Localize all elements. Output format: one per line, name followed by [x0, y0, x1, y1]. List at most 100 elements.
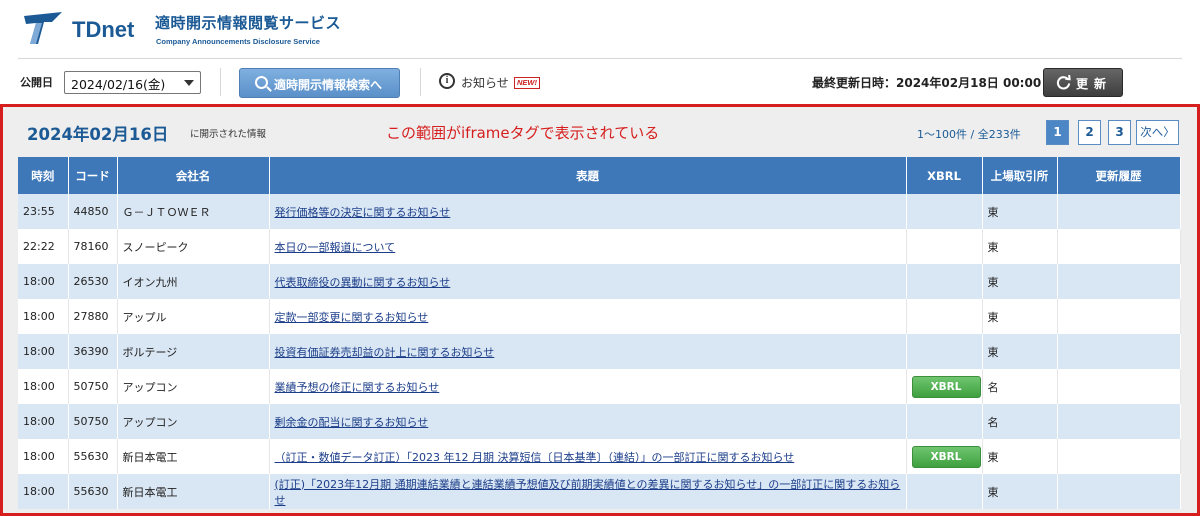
xbrl-button[interactable]: XBRL [911, 445, 981, 468]
cell-exchange: 東 [982, 194, 1058, 229]
cell-exchange: 東 [982, 334, 1058, 369]
column-header-company: 会社名 [117, 157, 270, 194]
date-select-value: 2024/02/16(金) [71, 77, 166, 92]
cell-title: （訂正・数値データ訂正）「2023 年12 月期 決算短信〔日本基準〕（連結）」… [269, 439, 907, 474]
column-header-xbrl: XBRL [906, 157, 983, 194]
disclosure-title-link[interactable]: 剰余金の配当に関するお知らせ [275, 416, 429, 429]
toolbar: 公開日 2024/02/16(金) 適時開示情報検索へ i お知らせ NEW! … [0, 62, 1200, 102]
table-row: 18:00 36390 ボルテージ 投資有価証券売却益の計上に関するお知らせ 東 [18, 334, 1181, 369]
cell-time: 23:55 [18, 194, 69, 229]
cell-title: 代表取締役の異動に関するお知らせ [269, 264, 907, 299]
page-button-3[interactable]: 3 [1108, 120, 1131, 145]
cell-xbrl [906, 264, 983, 299]
site-subtitle: Company Announcements Disclosure Service [156, 37, 320, 46]
cell-history [1057, 229, 1181, 264]
cell-exchange: 東 [982, 474, 1058, 509]
cell-history [1057, 334, 1181, 369]
chevron-down-icon [184, 80, 194, 86]
cell-title: 発行価格等の決定に関するお知らせ [269, 194, 907, 229]
list-date-subheading: に開示された情報 [190, 129, 267, 140]
cell-code: 27880 [68, 299, 118, 334]
cell-xbrl [906, 474, 983, 509]
iframe-annotation: この範囲がiframeタグで表示されている [386, 124, 660, 142]
cell-exchange: 名 [982, 404, 1058, 439]
cell-title: 定款一部変更に関するお知らせ [269, 299, 907, 334]
cell-exchange: 名 [982, 369, 1058, 404]
table-row: 22:22 78160 スノーピーク 本日の一部報道について 東 [18, 229, 1181, 264]
table-row: 18:00 50750 アップコン 業績予想の修正に関するお知らせ XBRL 名 [18, 369, 1181, 404]
page-button-2[interactable]: 2 [1078, 120, 1101, 145]
last-updated: 最終更新日時：2024年02月18日 00:00 [812, 76, 1042, 90]
disclosure-title-link[interactable]: (訂正)「2023年12月期 通期連結業績と連結業績予想値及び前期実績値との差異… [275, 478, 901, 507]
cell-code: 78160 [68, 229, 118, 264]
search-icon [255, 76, 268, 89]
cell-code: 44850 [68, 194, 118, 229]
disclosure-title-link[interactable]: 本日の一部報道について [275, 241, 396, 254]
cell-title: 本日の一部報道について [269, 229, 907, 264]
column-header-history: 更新履歴 [1057, 157, 1181, 194]
cell-time: 18:00 [18, 404, 69, 439]
table-row: 18:00 50750 アップコン 剰余金の配当に関するお知らせ 名 [18, 404, 1181, 439]
disclosure-title-link[interactable]: 投資有価証券売却益の計上に関するお知らせ [275, 346, 495, 359]
cell-history [1057, 439, 1181, 474]
cell-company: 新日本電工 [117, 474, 270, 509]
header-divider [18, 58, 1182, 59]
disclosure-title-link[interactable]: 定款一部変更に関するお知らせ [275, 311, 429, 324]
disclosure-title-link[interactable]: （訂正・数値データ訂正）「2023 年12 月期 決算短信〔日本基準〕（連結）」… [275, 451, 795, 464]
disclosure-title-link[interactable]: 発行価格等の決定に関するお知らせ [275, 206, 451, 219]
site-header: TDnet 適時開示情報閲覧サービス Company Announcements… [0, 0, 1200, 58]
cell-time: 18:00 [18, 334, 69, 369]
refresh-button-label: 更新 [1076, 77, 1113, 91]
site-title: 適時開示情報閲覧サービス [155, 14, 342, 32]
cell-time: 18:00 [18, 439, 69, 474]
disclosure-table: 時刻 コード 会社名 表題 XBRL 上場取引所 更新履歴 23:55 44850… [18, 157, 1181, 509]
column-header-exchange: 上場取引所 [982, 157, 1058, 194]
cell-title: 投資有価証券売却益の計上に関するお知らせ [269, 334, 907, 369]
refresh-button[interactable]: 更新 [1043, 68, 1123, 97]
xbrl-button[interactable]: XBRL [911, 375, 981, 398]
cell-exchange: 東 [982, 229, 1058, 264]
cell-xbrl [906, 229, 983, 264]
cell-company: アップコン [117, 369, 270, 404]
search-button[interactable]: 適時開示情報検索へ [239, 68, 400, 98]
table-row: 18:00 55630 新日本電工 （訂正・数値データ訂正）「2023 年12 月期 … [18, 439, 1181, 474]
column-header-time: 時刻 [18, 157, 69, 194]
table-row: 18:00 26530 イオン九州 代表取締役の異動に関するお知らせ 東 [18, 264, 1181, 299]
cell-time: 22:22 [18, 229, 69, 264]
page-button-1[interactable]: 1 [1046, 120, 1069, 145]
cell-company: アップコン [117, 404, 270, 439]
cell-code: 26530 [68, 264, 118, 299]
cell-code: 55630 [68, 474, 118, 509]
cell-company: スノーピーク [117, 229, 270, 264]
cell-exchange: 東 [982, 439, 1058, 474]
cell-history [1057, 194, 1181, 229]
cell-xbrl [906, 334, 983, 369]
next-page-button[interactable]: 次へ〉 [1136, 120, 1179, 145]
disclosure-title-link[interactable]: 代表取締役の異動に関するお知らせ [275, 276, 451, 289]
cell-title: (訂正)「2023年12月期 通期連結業績と連結業績予想値及び前期実績値との差異… [269, 474, 907, 509]
column-header-title: 表題 [269, 157, 907, 194]
table-row: 18:00 27880 アップル 定款一部変更に関するお知らせ 東 [18, 299, 1181, 334]
cell-title: 剰余金の配当に関するお知らせ [269, 404, 907, 439]
date-select[interactable]: 2024/02/16(金) [64, 71, 201, 94]
cell-exchange: 東 [982, 264, 1058, 299]
cell-history [1057, 404, 1181, 439]
refresh-icon [1056, 75, 1071, 90]
cell-company: Ｇ－ＪＴＯＷＥＲ [117, 194, 270, 229]
result-range: 1～100件 / 全233件 [917, 128, 1021, 141]
cell-xbrl [906, 299, 983, 334]
cell-history [1057, 299, 1181, 334]
cell-history [1057, 264, 1181, 299]
cell-company: 新日本電工 [117, 439, 270, 474]
tdnet-logo[interactable]: TDnet [22, 8, 142, 48]
table-row: 18:00 55630 新日本電工 (訂正)「2023年12月期 通期連結業績と連結業… [18, 474, 1181, 509]
cell-company: イオン九州 [117, 264, 270, 299]
toolbar-divider [220, 68, 221, 96]
cell-history [1057, 474, 1181, 509]
cell-xbrl: XBRL [906, 369, 983, 404]
cell-xbrl [906, 404, 983, 439]
cell-company: ボルテージ [117, 334, 270, 369]
disclosure-title-link[interactable]: 業績予想の修正に関するお知らせ [275, 381, 440, 394]
notice-label: お知らせ [461, 76, 509, 90]
cell-xbrl [906, 194, 983, 229]
